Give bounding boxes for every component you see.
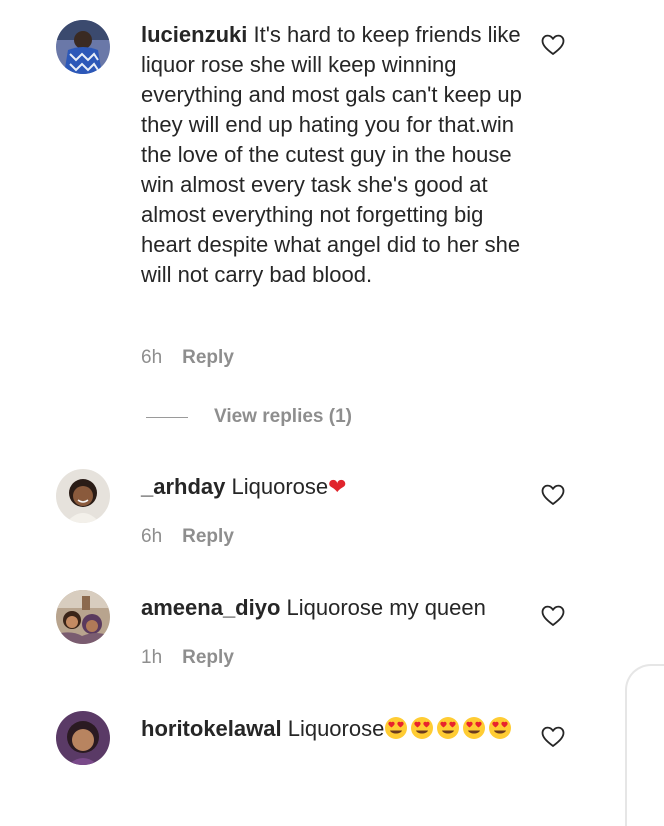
comment-username[interactable]: lucienzuki [141, 22, 247, 47]
comment-username[interactable]: _arhday [141, 474, 225, 499]
comment-meta: 6h Reply [141, 526, 234, 548]
heart-eyes-emoji [437, 717, 460, 739]
heart-outline-icon [541, 484, 565, 505]
like-button[interactable] [541, 484, 565, 506]
heart-eyes-emoji [385, 717, 408, 739]
comment-text: Liquorose [225, 474, 329, 499]
comment-body: ameena_diyo Liquorose my queen [141, 593, 531, 623]
reply-button[interactable]: Reply [182, 347, 234, 368]
view-replies-label[interactable]: View replies (1) [214, 406, 352, 428]
view-replies-divider [146, 417, 188, 418]
comment-text: Liquorose my queen [280, 595, 486, 620]
red-heart-emoji: ❤ [328, 475, 347, 500]
comment-time: 1h [141, 647, 163, 668]
comment-text: It's hard to keep friends like liquor ro… [141, 22, 522, 287]
like-button[interactable] [541, 726, 565, 748]
comment-username[interactable]: ameena_diyo [141, 595, 280, 620]
avatar[interactable] [56, 590, 110, 644]
comment-time: 6h [141, 347, 163, 368]
heart-eyes-emoji [489, 717, 512, 739]
heart-outline-icon [541, 726, 565, 747]
like-button[interactable] [541, 605, 565, 627]
comment-time: 6h [141, 526, 163, 547]
comment-meta: 6h Reply [141, 347, 234, 369]
heart-outline-icon [541, 605, 565, 626]
emoji-group [384, 716, 514, 741]
avatar[interactable] [56, 469, 110, 523]
heart-outline-icon [541, 34, 565, 55]
avatar-image [56, 590, 110, 644]
avatar[interactable] [56, 20, 110, 74]
reply-button[interactable]: Reply [182, 647, 234, 668]
comment-body: horitokelawal Liquorose [141, 714, 531, 744]
avatar-image [56, 469, 110, 523]
heart-eyes-emoji [411, 717, 434, 739]
floating-panel-edge [625, 664, 664, 826]
comment-text: Liquorose [281, 716, 385, 741]
like-button[interactable] [541, 34, 565, 56]
comment-username[interactable]: horitokelawal [141, 716, 282, 741]
comment-body: lucienzuki It's hard to keep friends lik… [141, 20, 531, 290]
avatar-image [56, 711, 110, 765]
comment-body: _arhday Liquorose❤ [141, 472, 531, 503]
avatar-image [56, 20, 110, 74]
heart-eyes-emoji [463, 717, 486, 739]
comment-meta: 1h Reply [141, 647, 234, 669]
reply-button[interactable]: Reply [182, 526, 234, 547]
avatar[interactable] [56, 711, 110, 765]
